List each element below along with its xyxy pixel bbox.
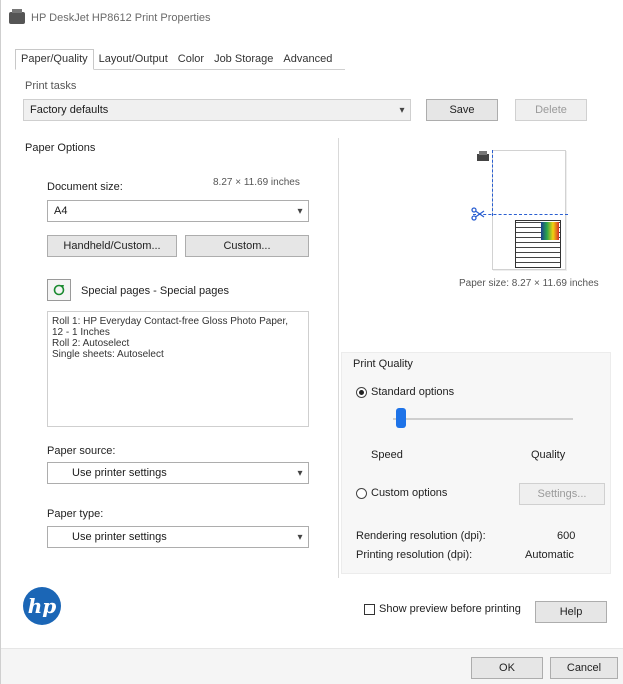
settings-button[interactable]: Settings... bbox=[519, 483, 605, 505]
description-line: 12 - 1 Inches bbox=[52, 327, 110, 338]
paper-source-label: Paper source: bbox=[47, 445, 116, 457]
cancel-button[interactable]: Cancel bbox=[550, 657, 618, 679]
preview-color-image bbox=[541, 222, 559, 240]
preview-caption: Paper size: 8.27 × 11.69 inches bbox=[459, 278, 599, 289]
tab-advanced[interactable]: Advanced bbox=[278, 50, 337, 69]
printing-resolution-label: Printing resolution (dpi): bbox=[356, 549, 473, 561]
quality-label: Quality bbox=[531, 449, 566, 461]
quality-slider-thumb[interactable] bbox=[396, 408, 407, 428]
tab-paper-quality[interactable]: Paper/Quality bbox=[15, 49, 94, 70]
refresh-icon bbox=[53, 284, 65, 296]
show-preview-label: Show preview before printing bbox=[379, 603, 521, 615]
paper-type-select[interactable]: Use printer settings ▾ bbox=[47, 526, 309, 548]
document-size-value: A4 bbox=[54, 205, 68, 217]
custom-options-radio[interactable] bbox=[356, 488, 367, 499]
preview-guide-vertical bbox=[492, 150, 493, 216]
scissors-icon bbox=[471, 207, 485, 221]
print-tasks-label: Print tasks bbox=[25, 80, 77, 92]
tab-layout-output[interactable]: Layout/Output bbox=[94, 50, 173, 69]
chevron-down-icon: ▾ bbox=[297, 467, 303, 479]
ok-button[interactable]: OK bbox=[471, 657, 543, 679]
handheld-custom-button[interactable]: Handheld/Custom... bbox=[47, 235, 177, 257]
special-pages-button[interactable] bbox=[47, 279, 71, 301]
print-properties-window: HP DeskJet HP8612 Print Properties Paper… bbox=[0, 0, 623, 684]
custom-options-label: Custom options bbox=[371, 487, 448, 499]
rendering-resolution-label: Rendering resolution (dpi): bbox=[356, 530, 486, 542]
delete-button[interactable]: Delete bbox=[515, 99, 587, 121]
tab-color[interactable]: Color bbox=[173, 50, 209, 69]
titlebar: HP DeskJet HP8612 Print Properties bbox=[1, 0, 623, 36]
print-quality-heading: Print Quality bbox=[353, 358, 413, 370]
save-button[interactable]: Save bbox=[426, 99, 498, 121]
help-button[interactable]: Help bbox=[535, 601, 607, 623]
chevron-down-icon: ▾ bbox=[297, 205, 303, 217]
special-pages-label: Special pages - Special pages bbox=[81, 285, 229, 297]
dialog-button-bar: OK Cancel bbox=[1, 648, 623, 684]
chevron-down-icon: ▾ bbox=[297, 531, 303, 543]
paper-options-heading: Paper Options bbox=[25, 142, 96, 154]
custom-button[interactable]: Custom... bbox=[185, 235, 309, 257]
tab-job-storage[interactable]: Job Storage bbox=[209, 50, 278, 69]
paper-description-box: Roll 1: HP Everyday Contact-free Gloss P… bbox=[47, 311, 309, 427]
description-line: Roll 1: HP Everyday Contact-free Gloss P… bbox=[52, 316, 289, 327]
paper-type-value: Use printer settings bbox=[72, 531, 167, 543]
show-preview-checkbox[interactable] bbox=[364, 604, 375, 615]
quality-slider-track bbox=[393, 418, 573, 420]
hp-logo: hp bbox=[23, 587, 61, 625]
tab-strip: Paper/Quality Layout/Output Color Job St… bbox=[15, 48, 345, 70]
document-size-select[interactable]: A4 ▾ bbox=[47, 200, 309, 222]
preview-guide-horizontal bbox=[473, 214, 568, 215]
paper-source-value: Use printer settings bbox=[72, 467, 167, 479]
print-tasks-value: Factory defaults bbox=[30, 104, 109, 116]
printer-preview-icon bbox=[477, 151, 489, 161]
speed-label: Speed bbox=[371, 449, 403, 461]
standard-options-radio[interactable] bbox=[356, 387, 367, 398]
print-tasks-select[interactable]: Factory defaults ▾ bbox=[23, 99, 411, 121]
standard-options-label: Standard options bbox=[371, 386, 455, 398]
document-size-dims: 8.27 × 11.69 inches bbox=[213, 177, 300, 188]
paper-type-label: Paper type: bbox=[47, 508, 104, 520]
printer-icon bbox=[9, 9, 25, 24]
paper-source-select[interactable]: Use printer settings ▾ bbox=[47, 462, 309, 484]
chevron-down-icon: ▾ bbox=[399, 104, 405, 116]
rendering-resolution-value: 600 bbox=[557, 530, 576, 542]
description-line: Roll 2: Autoselect bbox=[52, 338, 130, 349]
document-size-label: Document size: bbox=[47, 181, 123, 193]
description-line: Single sheets: Autoselect bbox=[52, 349, 164, 360]
window-title: HP DeskJet HP8612 Print Properties bbox=[31, 12, 211, 24]
printing-resolution-value: Automatic bbox=[525, 549, 574, 561]
